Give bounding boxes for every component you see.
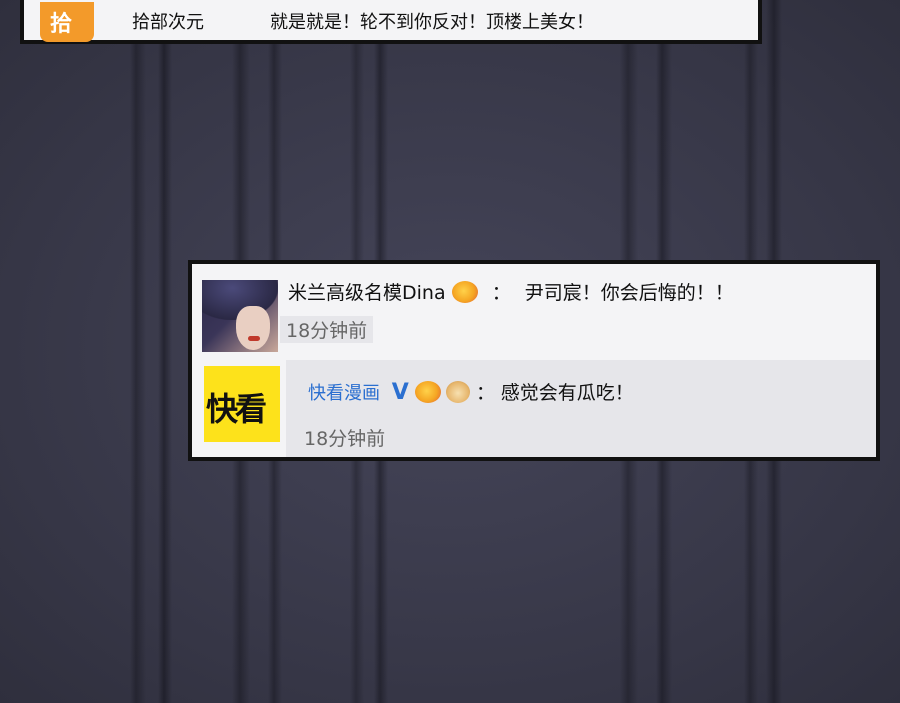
comment-username[interactable]: 米兰高级名模Dina [288,282,446,304]
top-comment-text: 就是就是！轮不到你反对！顶楼上美女！ [270,12,594,33]
reply-username[interactable]: 快看漫画 [308,383,380,404]
top-comment-username[interactable]: 拾部次元 [132,8,204,34]
app-icon-glyph: 拾 [50,12,73,37]
comment-separator: ： [491,282,511,304]
comment-timestamp: 18分钟前 [280,316,374,343]
crown-badge-icon [451,280,478,303]
brand-avatar[interactable]: 快看 [204,366,280,442]
app-icon[interactable]: 拾 [40,2,94,42]
reply-timestamp: 18分钟前 [304,428,386,450]
reply-line: 快看漫画 V ： 感觉会有瓜吃！ [308,378,634,405]
verified-icon: V [391,380,409,405]
comment-text: 尹司宸！你会后悔的！！ [524,282,734,304]
crown-badge-icon [414,381,441,403]
reply-text: 感觉会有瓜吃！ [500,382,634,404]
comment-line: 米兰高级名模Dina ： 尹司宸！你会后悔的！！ [288,278,734,305]
avatar-lips [248,336,260,341]
reply-separator: ： [475,382,495,404]
doge-emoji-icon [446,381,471,403]
brand-logo-text: 快看 [206,390,267,428]
top-comment-card: 拾 拾部次元 就是就是！轮不到你反对！顶楼上美女！ [20,0,762,44]
user-avatar[interactable] [202,280,278,352]
avatar-face [236,306,270,350]
comment-card: 米兰高级名模Dina ： 尹司宸！你会后悔的！！ 18分钟前 快看 快看漫画 V… [188,260,880,461]
